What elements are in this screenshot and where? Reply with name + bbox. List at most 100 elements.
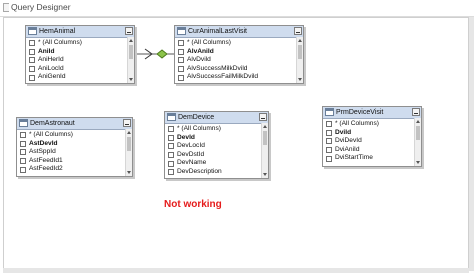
table-curanimallastvisit[interactable]: CurAnimalLastVisit * (All Columns) AlvAn… [174,25,304,84]
column-scrollbar[interactable] [261,123,268,178]
window-title: Query Designer [9,2,73,12]
column-checkbox[interactable] [20,166,26,173]
table-prmdevicevisit[interactable]: PrmDeviceVisit * (All Columns) DviId Dvi… [322,106,422,167]
column-checkbox[interactable] [20,140,26,147]
column-row[interactable]: AniLocId [26,65,134,74]
scroll-down-icon[interactable] [263,173,267,176]
column-row[interactable]: AstSppId [17,148,132,157]
column-checkbox[interactable] [168,160,174,167]
column-checkbox[interactable] [178,48,184,55]
table-title-bar[interactable]: HemAnimal [26,26,134,38]
column-row[interactable]: * (All Columns) [165,125,268,134]
window-title-bar: Query Designer [0,0,474,17]
column-row[interactable]: DviStartTime [323,154,421,163]
column-label: DviAniId [335,145,360,153]
column-row[interactable]: DviId [323,129,421,138]
column-checkbox[interactable] [20,132,26,139]
column-checkbox[interactable] [29,48,35,55]
minimize-button[interactable] [125,27,133,35]
column-row[interactable]: * (All Columns) [323,120,421,129]
column-checkbox[interactable] [20,158,26,165]
not-working-annotation: Not working [164,199,222,210]
column-label: AstFeedId1 [29,156,63,164]
column-checkbox[interactable] [168,126,174,133]
scroll-thumb[interactable] [129,45,133,59]
scroll-thumb[interactable] [127,137,131,151]
column-label: AniLocId [38,64,64,72]
column-checkbox[interactable] [326,138,332,145]
column-checkbox[interactable] [178,57,184,64]
minimize-button[interactable] [412,108,420,116]
minimize-button[interactable] [123,119,131,127]
column-row[interactable]: * (All Columns) [26,39,134,48]
diagram-pane[interactable]: HemAnimal * (All Columns) AniId AniHerId… [3,17,469,271]
table-icon [19,119,28,127]
table-hemanimal[interactable]: HemAnimal * (All Columns) AniId AniHerId… [25,25,135,84]
column-scrollbar[interactable] [125,129,132,176]
column-label: * (All Columns) [335,120,379,127]
column-row[interactable]: AlvSuccessMilkDvild [175,65,303,74]
diagram-horizontal-scrollbar[interactable] [3,268,469,273]
table-title-bar[interactable]: CurAnimalLastVisit [175,26,303,38]
minimize-button[interactable] [259,113,267,121]
table-demdevice[interactable]: DemDevice * (All Columns) DevId DevLocId… [164,111,269,179]
column-checkbox[interactable] [326,129,332,136]
diagram-vertical-scrollbar[interactable] [469,17,474,271]
column-checkbox[interactable] [326,147,332,154]
scroll-up-icon[interactable] [416,120,420,123]
column-checkbox[interactable] [29,66,35,73]
column-row[interactable]: DevName [165,159,268,168]
scroll-up-icon[interactable] [127,131,131,134]
column-row[interactable]: AstFeedId1 [17,157,132,166]
column-row[interactable]: AstFeedId2 [17,165,132,174]
column-row[interactable]: AlvAniId [175,48,303,57]
column-scrollbar[interactable] [414,118,421,166]
column-checkbox[interactable] [168,143,174,150]
column-scrollbar[interactable] [296,37,303,83]
column-scrollbar[interactable] [127,37,134,83]
column-row[interactable]: DevDstId [165,151,268,160]
scroll-down-icon[interactable] [127,171,131,174]
join-relationship-line[interactable] [135,46,177,62]
table-title-bar[interactable]: DemDevice [165,112,268,124]
column-row[interactable]: * (All Columns) [175,39,303,48]
column-row[interactable]: * (All Columns) [17,131,132,140]
column-row[interactable]: AstDevId [17,140,132,149]
column-checkbox[interactable] [29,57,35,64]
column-row[interactable]: DevDescription [165,168,268,177]
column-row[interactable]: AlvDvild [175,56,303,65]
column-checkbox[interactable] [168,169,174,176]
minimize-button[interactable] [294,27,302,35]
table-title-bar[interactable]: PrmDeviceVisit [323,107,421,119]
column-checkbox[interactable] [178,40,184,47]
column-checkbox[interactable] [168,152,174,159]
column-row[interactable]: AniGenId [26,73,134,82]
column-checkbox[interactable] [178,66,184,73]
column-row[interactable]: DevLocId [165,142,268,151]
scroll-up-icon[interactable] [298,39,302,42]
table-demastronaut[interactable]: DemAstronaut * (All Columns) AstDevId As… [16,117,133,177]
column-row[interactable]: AniHerId [26,56,134,65]
column-checkbox[interactable] [178,74,184,81]
column-checkbox[interactable] [20,149,26,156]
table-icon [28,27,37,35]
table-title-bar[interactable]: DemAstronaut [17,118,132,130]
column-checkbox[interactable] [29,74,35,81]
scroll-up-icon[interactable] [129,39,133,42]
scroll-thumb[interactable] [263,131,267,145]
column-row[interactable]: DviDevId [323,137,421,146]
scroll-thumb[interactable] [416,126,420,140]
column-checkbox[interactable] [326,121,332,128]
scroll-down-icon[interactable] [129,78,133,81]
scroll-up-icon[interactable] [263,125,267,128]
scroll-thumb[interactable] [298,45,302,59]
column-checkbox[interactable] [326,155,332,162]
column-row[interactable]: AlvSuccessFailMilkDvild [175,73,303,82]
scroll-down-icon[interactable] [298,78,302,81]
column-row[interactable]: AniId [26,48,134,57]
scroll-down-icon[interactable] [416,161,420,164]
column-checkbox[interactable] [168,134,174,141]
column-row[interactable]: DevId [165,134,268,143]
column-row[interactable]: DviAniId [323,146,421,155]
column-checkbox[interactable] [29,40,35,47]
